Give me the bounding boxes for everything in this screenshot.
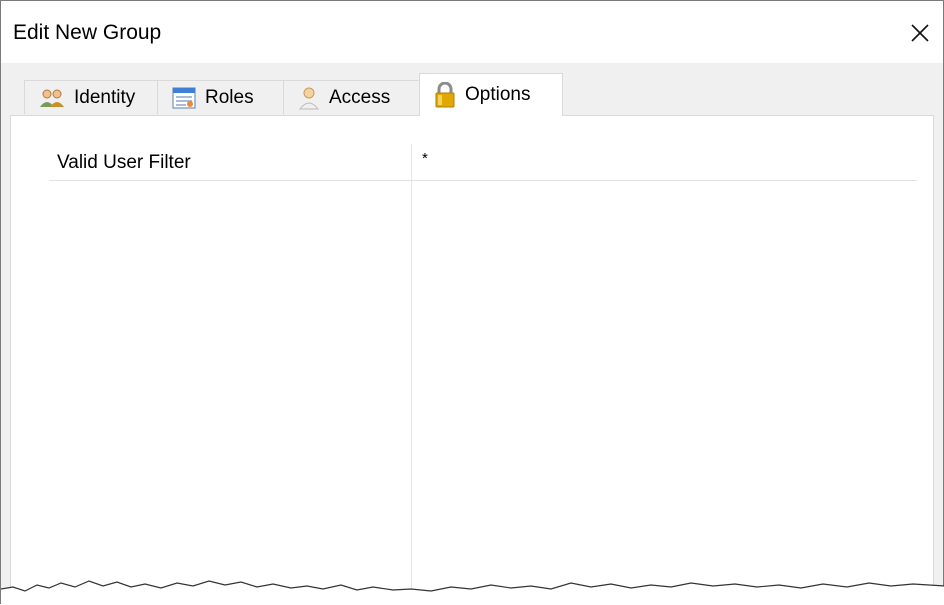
roles-table-icon	[172, 87, 196, 109]
tab-access[interactable]: Access	[283, 80, 420, 114]
tab-options[interactable]: Options	[419, 73, 563, 116]
tab-identity-label: Identity	[74, 86, 136, 108]
property-grid-divider[interactable]	[411, 144, 412, 604]
property-value[interactable]: *	[422, 150, 428, 167]
tab-options-label: Options	[465, 84, 531, 105]
tab-strip: Identity Roles Access Options	[1, 63, 943, 116]
property-row-valid-user-filter[interactable]: Valid User Filter *	[49, 144, 917, 181]
property-name: Valid User Filter	[57, 152, 191, 173]
tab-roles-label: Roles	[205, 86, 254, 108]
tab-identity[interactable]: Identity	[24, 80, 158, 114]
close-button[interactable]	[897, 11, 943, 55]
tab-roles[interactable]: Roles	[157, 80, 284, 114]
users-icon	[39, 87, 65, 109]
person-icon	[298, 86, 320, 110]
lock-icon	[434, 82, 456, 108]
options-panel: Valid User Filter *	[10, 115, 934, 604]
edit-group-dialog: Edit New Group Identity Roles Access Opt…	[0, 0, 944, 605]
torn-edge	[1, 580, 944, 605]
tab-access-label: Access	[329, 86, 391, 108]
title-bar: Edit New Group	[1, 1, 943, 63]
close-icon	[911, 24, 929, 42]
window-title: Edit New Group	[13, 21, 162, 44]
